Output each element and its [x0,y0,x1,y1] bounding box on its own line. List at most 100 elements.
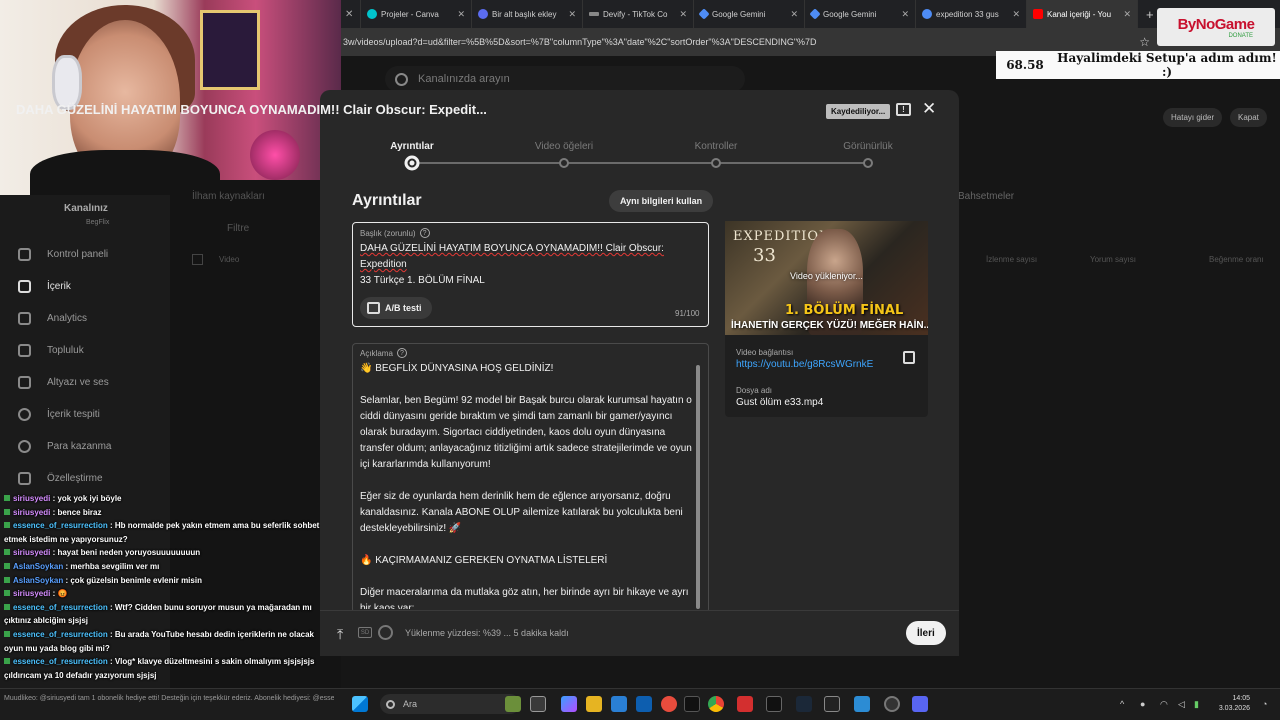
close-icon[interactable]: ✕ [790,9,798,20]
widget-icon[interactable] [505,696,521,712]
upload-icon: ⤒ [337,626,344,642]
analytics-icon [18,312,31,325]
browser-tab[interactable]: Google Gemini ✕ [694,0,805,28]
chat-text: yok yok iyi böyle [57,494,122,503]
ab-test-button[interactable]: A/B testi [360,297,432,319]
browser-tab-active[interactable]: Kanal içeriği - You ✕ [1027,0,1138,28]
desc-paragraph: Selamlar, ben Begüm! 92 model bir Başak … [360,395,692,470]
browser-tab[interactable]: expedition 33 gus ✕ [916,0,1027,28]
nav-analytics[interactable]: Analytics [18,312,87,325]
bg-tab-mentions[interactable]: Bahsetmeler [958,191,1014,202]
nav-label: Altyazı ve ses [47,377,109,388]
taskbar-search[interactable]: Ara [380,694,520,714]
nav-community[interactable]: Topluluk [18,344,84,357]
channel-search[interactable]: Kanalınızda arayın [385,66,745,92]
help-icon[interactable]: ? [419,228,430,238]
saving-badge: Kaydediliyor... [826,104,891,119]
chrome-icon[interactable] [708,696,724,712]
step-dot[interactable] [711,158,721,168]
clock-time: 14:05 [1232,695,1250,702]
battery-icon[interactable]: ▮ [1194,699,1199,710]
close-icon[interactable]: ✕ [679,9,687,20]
bg-col-likes: Beğenme oranı [1209,255,1264,264]
bg-filter[interactable]: Filtre [227,223,249,234]
step-visibility[interactable]: Görünürlük [843,141,892,152]
badge-icon [4,590,10,597]
step-video-elements[interactable]: Video öğeleri [535,141,593,152]
steam-icon[interactable] [796,696,812,712]
tiktok-studio-icon[interactable] [766,696,782,712]
browser-tab[interactable]: Google Gemini ✕ [805,0,916,28]
step-details[interactable]: Ayrıntılar [390,141,434,152]
video-link[interactable]: https://youtu.be/g8RcsWGrnkE [736,359,873,370]
thumb-title-number: 33 [753,245,776,266]
copilot-icon[interactable] [561,696,577,712]
browser-tab[interactable]: Bir alt başlık ekley ✕ [472,0,583,28]
file-name: Gust ölüm e33.mp4 [736,397,824,408]
step-checks[interactable]: Kontroller [695,141,738,152]
badge-icon [4,508,10,515]
reuse-details-button[interactable]: Aynı bilgileri kullan [609,190,714,212]
chat-username: AslanSoykan [13,575,64,585]
edge-icon[interactable] [611,696,627,712]
nav-subtitles[interactable]: Altyazı ve ses [18,376,109,389]
microphone-icon[interactable]: ● [1140,699,1145,709]
task-view-icon[interactable] [530,696,546,712]
close-icon[interactable]: ✕ [568,9,576,20]
step-dot[interactable] [863,158,873,168]
windows-start-icon[interactable] [352,696,368,712]
app-l-icon[interactable] [737,696,753,712]
copy-icon[interactable] [903,351,915,364]
nav-label: Para kazanma [47,441,112,452]
fix-error-button[interactable]: Hatayı gider [1163,108,1223,127]
wifi-icon[interactable]: ◠ [1160,699,1168,710]
select-all-checkbox[interactable] [192,254,203,265]
next-button[interactable]: İleri [906,621,946,645]
volume-icon[interactable]: ◁ [1178,699,1185,710]
help-icon[interactable]: ? [396,348,407,358]
browser-tab-bar: ✕ Projeler - Canva ✕ Bir alt başlık ekley… [341,0,1280,28]
chat-text: çok güzelsin benimle evlenir misin [70,575,202,585]
obs-icon[interactable] [884,696,900,712]
close-icon[interactable]: ✕ [901,9,909,20]
nav-dashboard[interactable]: Kontrol paneli [18,248,108,261]
title-char-count: 91/100 [675,309,700,318]
app-icon[interactable] [661,696,677,712]
browser-tab[interactable]: Projeler - Canva ✕ [361,0,472,28]
bynogame-logo: ByNoGame [1177,15,1255,33]
taskbar-clock[interactable]: 14:05 3.03.2026 [1214,694,1250,714]
notification-bell-icon[interactable]: ◔ [1262,699,1267,709]
bg-tab-inspiration[interactable]: İlham kaynakları [192,191,265,202]
browser-tab[interactable]: Devify - TikTok Co ✕ [583,0,694,28]
step-dot[interactable] [559,158,569,168]
title-input[interactable]: DAHA GÜZELİNİ HAYATIM BOYUNCA OYNAMADIM!… [360,241,704,289]
tab-label: Devify - TikTok Co [603,9,668,19]
tab-overflow[interactable]: ✕ [341,0,361,28]
dismiss-button[interactable]: Kapat [1230,108,1267,127]
tray-chevron-icon[interactable]: ^ [1120,699,1124,709]
feedback-icon[interactable]: ! [896,103,911,116]
video-thumbnail[interactable]: EXPEDITION 33 Video yükleniyor... 1. BÖL… [725,221,928,335]
close-icon[interactable]: ✕ [1123,9,1131,20]
desc-paragraph: Diğer maceralarıma da mutlaka göz atın, … [360,587,689,609]
description-input[interactable]: 👋 BEGFLİX DÜNYASINA HOŞ GELDİNİZ! Selaml… [360,361,696,609]
step-dot-active[interactable] [404,155,420,171]
app-blue-icon[interactable] [854,696,870,712]
file-explorer-icon[interactable] [586,696,602,712]
outlook-icon[interactable] [636,696,652,712]
close-icon[interactable]: ✕ [1012,9,1020,20]
close-icon[interactable]: ✕ [457,9,465,20]
github-icon[interactable] [824,696,840,712]
chat-message: AslanSoykan : merhba sevgilim ver mı [0,560,320,574]
nav-content[interactable]: İçerik [18,280,71,293]
tiktok-icon[interactable] [684,696,700,712]
discord-icon[interactable] [912,696,928,712]
bookmark-star-icon[interactable]: ☆ [1139,35,1150,49]
description-scrollbar[interactable] [696,365,700,609]
nav-content-detection[interactable]: İçerik tespiti [18,408,100,421]
close-icon[interactable]: ✕ [922,99,936,119]
nav-earn[interactable]: Para kazanma [18,440,111,453]
money-icon [18,440,31,453]
neon-lamp [250,130,300,180]
nav-customization[interactable]: Özelleştirme [18,472,103,485]
